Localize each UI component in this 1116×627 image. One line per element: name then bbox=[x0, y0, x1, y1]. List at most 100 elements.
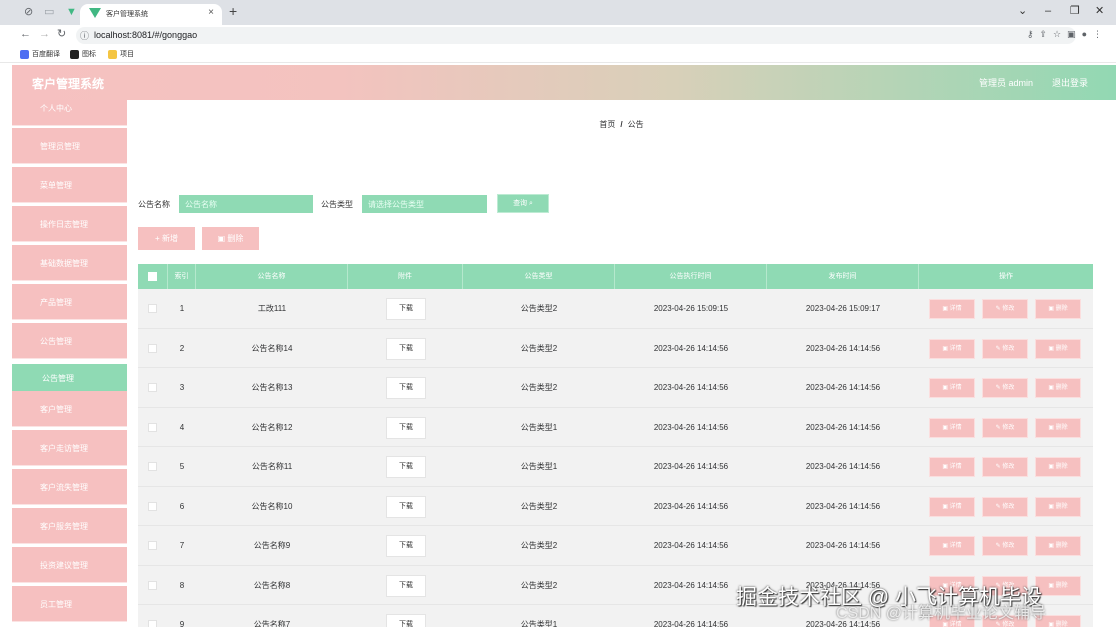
download-button[interactable]: 下载 bbox=[386, 416, 426, 439]
download-button[interactable]: 下载 bbox=[386, 535, 426, 557]
sidebar-item-personal-center[interactable]: 个人中心 bbox=[12, 100, 127, 126]
header-exec-time: 公告执行时间 bbox=[615, 264, 767, 289]
site-info-icon[interactable]: ⓘ bbox=[80, 29, 89, 42]
url-field[interactable]: ⓘ localhost:8081/#/gonggao bbox=[76, 27, 1076, 44]
delete-button[interactable]: ▣ 删除 bbox=[1035, 457, 1081, 477]
notice-type-select[interactable] bbox=[362, 195, 487, 213]
detail-button[interactable]: ▣ 详情 bbox=[929, 536, 975, 556]
tab-search-icon[interactable]: ⌄ bbox=[1018, 5, 1027, 17]
notice-name-input[interactable] bbox=[179, 195, 313, 213]
delete-button[interactable]: ▣ 删除 bbox=[1035, 338, 1081, 359]
browser-menu-icon[interactable]: ⊘ bbox=[24, 6, 33, 18]
row-checkbox[interactable] bbox=[148, 422, 157, 432]
edit-button[interactable]: ✎ 修改 bbox=[982, 417, 1028, 438]
reload-icon[interactable]: ↻ bbox=[57, 28, 66, 41]
edit-button[interactable]: ✎ 修改 bbox=[982, 378, 1028, 398]
close-window-button[interactable]: ✕ bbox=[1095, 5, 1104, 17]
sidebar-item-admin[interactable]: 管理员管理 bbox=[12, 128, 127, 164]
sidebar-item-oplog[interactable]: 操作日志管理 bbox=[12, 206, 127, 242]
cell-exec-time: 2023-04-26 15:09:15 bbox=[653, 304, 729, 313]
search-button[interactable]: 查询 ⌕ bbox=[497, 194, 549, 213]
row-checkbox[interactable] bbox=[148, 620, 157, 627]
download-button[interactable]: 下载 bbox=[386, 456, 426, 478]
edit-button[interactable]: ✎ 修改 bbox=[982, 496, 1028, 517]
sidebar-item-customer[interactable]: 客户管理 bbox=[12, 391, 127, 427]
download-button[interactable]: 下载 bbox=[386, 337, 426, 360]
cell-index: 5 bbox=[179, 462, 185, 471]
cell-index: 8 bbox=[179, 580, 185, 590]
minimize-button[interactable]: – bbox=[1045, 5, 1051, 17]
cell-name: 公告名称7 bbox=[253, 620, 291, 627]
cell-publish-time: 2023-04-26 15:09:17 bbox=[805, 304, 881, 313]
cell-index: 3 bbox=[179, 383, 185, 392]
cell-name: 公告名称9 bbox=[253, 541, 291, 550]
row-checkbox[interactable] bbox=[148, 580, 157, 590]
delete-button[interactable]: ▣ 删除 bbox=[1035, 299, 1081, 319]
sidebar-item-notice[interactable]: 公告管理 bbox=[12, 323, 127, 359]
detail-button[interactable]: ▣ 详情 bbox=[929, 496, 975, 517]
batch-delete-button[interactable]: ▣ 删除 bbox=[202, 227, 259, 250]
download-button[interactable]: 下载 bbox=[386, 574, 426, 597]
maximize-button[interactable]: ❐ bbox=[1070, 5, 1080, 17]
download-button[interactable]: 下载 bbox=[386, 377, 426, 399]
detail-button[interactable]: ▣ 详情 bbox=[929, 338, 975, 359]
delete-button[interactable]: ▣ 删除 bbox=[1035, 417, 1081, 438]
breadcrumb-home[interactable]: 首页 bbox=[599, 120, 615, 129]
row-checkbox[interactable] bbox=[148, 541, 157, 550]
cell-publish-time: 2023-04-26 14:14:56 bbox=[805, 462, 881, 471]
download-button[interactable]: 下载 bbox=[386, 298, 426, 320]
add-button[interactable]: + 新增 bbox=[138, 227, 195, 250]
cell-index: 6 bbox=[179, 501, 185, 511]
row-checkbox[interactable] bbox=[148, 383, 157, 392]
close-tab-icon[interactable]: × bbox=[208, 7, 214, 18]
row-checkbox[interactable] bbox=[148, 343, 157, 353]
delete-button[interactable]: ▣ 删除 bbox=[1035, 378, 1081, 398]
url-text: localhost:8081/#/gonggao bbox=[94, 30, 198, 40]
tab-title: 客户管理系统 bbox=[106, 11, 148, 18]
cell-index: 2 bbox=[179, 343, 185, 353]
select-all-checkbox[interactable] bbox=[148, 272, 157, 281]
bookmark-icons[interactable]: 图标 bbox=[70, 49, 96, 59]
edit-button[interactable]: ✎ 修改 bbox=[982, 338, 1028, 359]
address-toolbar-icons[interactable]: ⚷⇪☆▣●⋮ bbox=[1027, 29, 1108, 40]
detail-button[interactable]: ▣ 详情 bbox=[929, 417, 975, 438]
new-tab-button[interactable]: + bbox=[229, 4, 237, 18]
cell-publish-time: 2023-04-26 14:14:56 bbox=[805, 541, 881, 550]
edit-button[interactable]: ✎ 修改 bbox=[982, 536, 1028, 556]
vue-tab-icon[interactable]: ▼ bbox=[66, 6, 77, 18]
sidebar-item-investment[interactable]: 投资建议管理 bbox=[12, 547, 127, 583]
sidebar-item-visit[interactable]: 客户走访管理 bbox=[12, 430, 127, 466]
cell-name: 公告名称13 bbox=[251, 383, 293, 392]
table-row: 6 公告名称10 公告类型2 2023-04-26 14:14:56 2023-04-2… bbox=[138, 486, 1093, 526]
header-actions: 操作 bbox=[999, 273, 1013, 280]
tab-placeholder-icon[interactable]: ▭ bbox=[44, 6, 54, 18]
detail-button[interactable]: ▣ 详情 bbox=[929, 299, 975, 319]
download-button[interactable]: 下载 bbox=[386, 614, 426, 627]
forward-arrow-icon[interactable]: → bbox=[39, 28, 50, 41]
sidebar: 个人中心 管理员管理 菜单管理 操作日志管理 基础数据管理 产品管理 公告管理 … bbox=[12, 100, 127, 627]
detail-button[interactable]: ▣ 详情 bbox=[929, 378, 975, 398]
sidebar-item-service[interactable]: 客户服务管理 bbox=[12, 508, 127, 544]
bookmark-project[interactable]: 项目 bbox=[108, 49, 134, 59]
row-checkbox[interactable] bbox=[148, 501, 157, 511]
sidebar-item-menu[interactable]: 菜单管理 bbox=[12, 167, 127, 203]
edit-button[interactable]: ✎ 修改 bbox=[982, 299, 1028, 319]
active-tab[interactable]: 客户管理系统 × bbox=[80, 4, 222, 25]
edit-button[interactable]: ✎ 修改 bbox=[982, 457, 1028, 477]
vue-logo-icon bbox=[89, 8, 101, 18]
bookmark-baidu-fanyi[interactable]: 百度翻译 bbox=[20, 49, 60, 59]
download-button[interactable]: 下载 bbox=[386, 495, 426, 518]
back-arrow-icon[interactable]: ← bbox=[20, 28, 31, 41]
delete-button[interactable]: ▣ 删除 bbox=[1035, 536, 1081, 556]
sidebar-item-staff[interactable]: 员工管理 bbox=[12, 586, 127, 622]
header-publish-time: 发布时间 bbox=[767, 264, 919, 289]
sidebar-item-basedata[interactable]: 基础数据管理 bbox=[12, 245, 127, 281]
detail-button[interactable]: ▣ 详情 bbox=[929, 457, 975, 477]
sidebar-subitem-notice[interactable]: 公告管理 bbox=[12, 364, 127, 391]
delete-button[interactable]: ▣ 删除 bbox=[1035, 496, 1081, 517]
row-checkbox[interactable] bbox=[148, 462, 157, 471]
sidebar-item-churn[interactable]: 客户流失管理 bbox=[12, 469, 127, 505]
row-checkbox[interactable] bbox=[148, 304, 157, 313]
sidebar-item-product[interactable]: 产品管理 bbox=[12, 284, 127, 320]
logout-link[interactable]: 退出登录 bbox=[1052, 76, 1088, 89]
